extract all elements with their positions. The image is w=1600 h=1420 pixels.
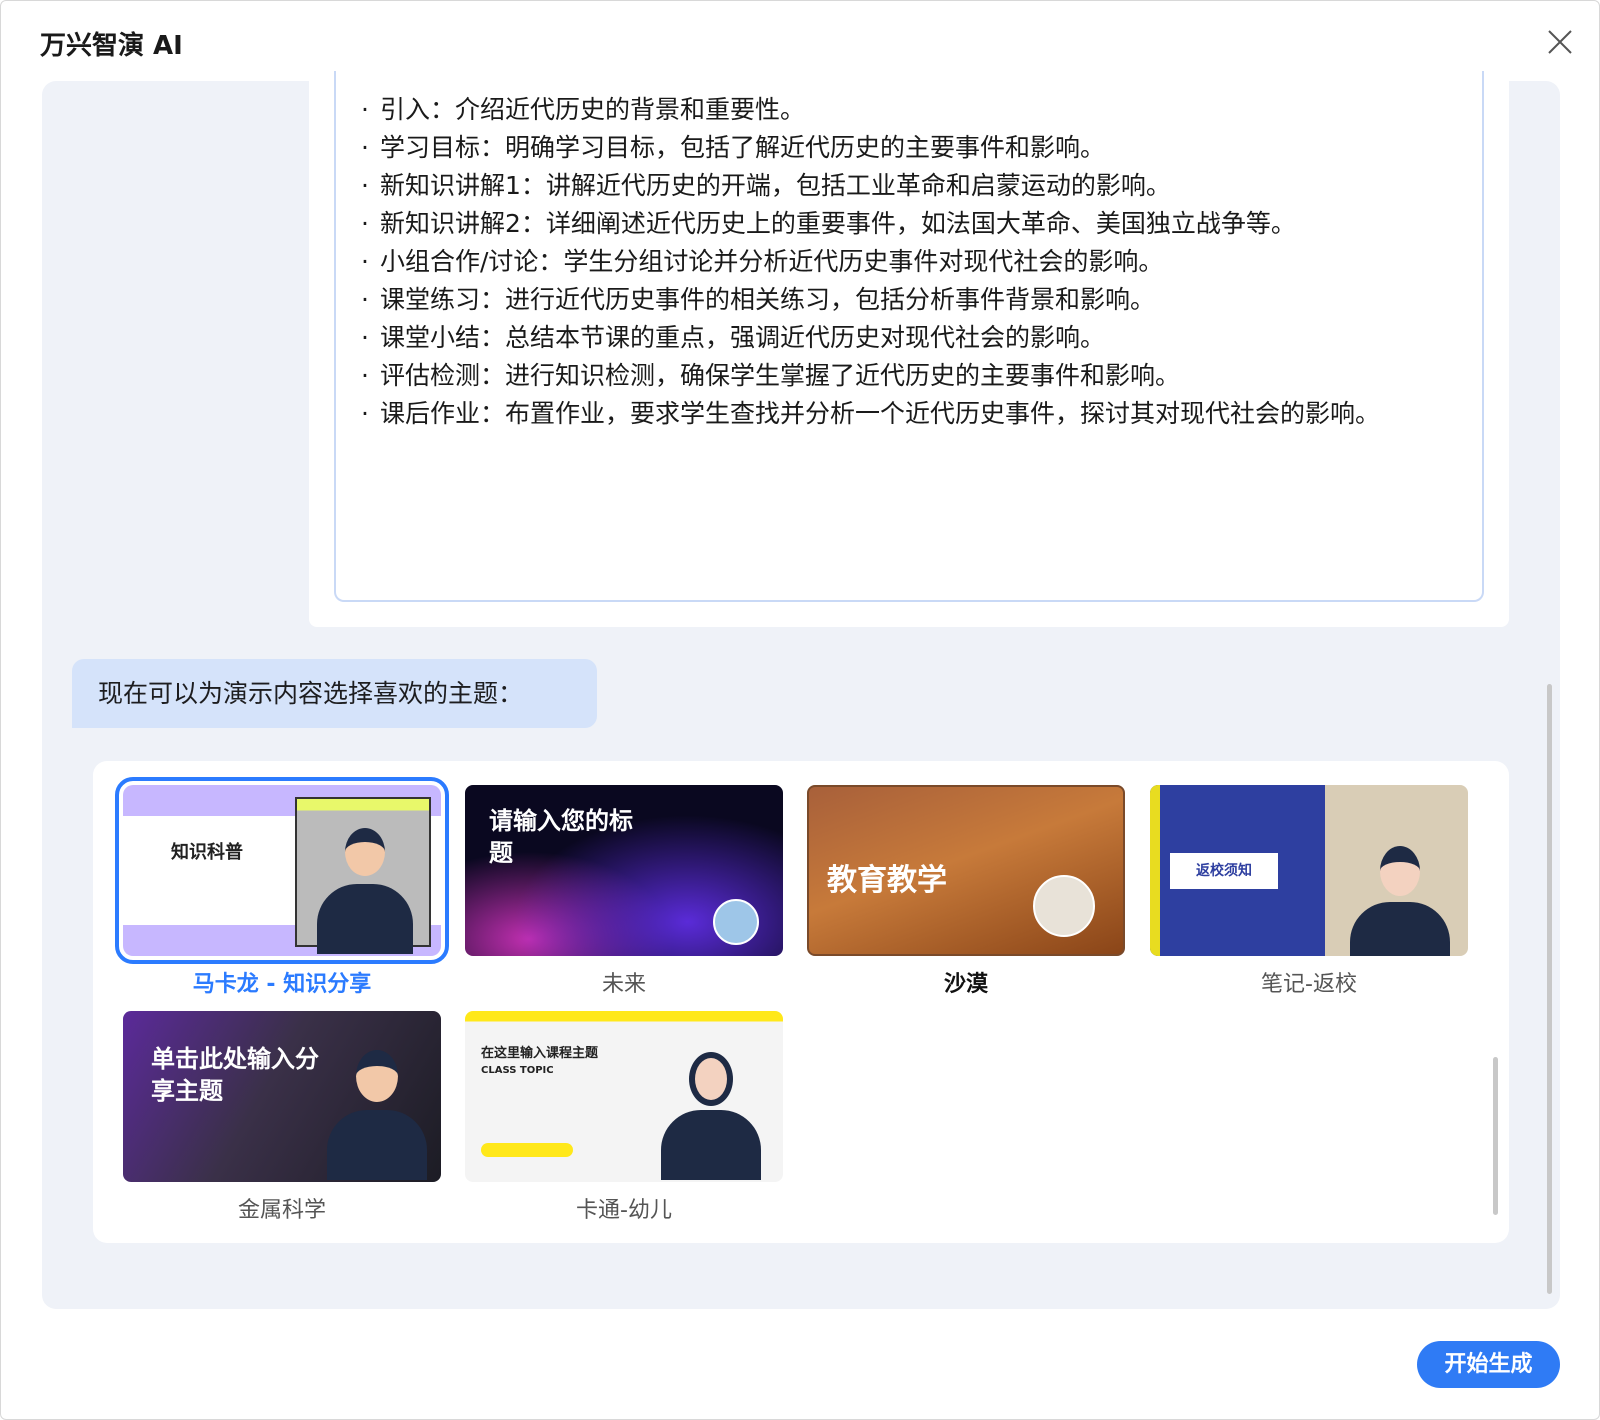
- outline-item-text: 引入：介绍近代历史的背景和重要性。: [380, 95, 806, 124]
- outline-item-text: 新知识讲解1：讲解近代历史的开端，包括工业革命和启蒙运动的影响。: [380, 171, 1171, 200]
- theme-card-macaron[interactable]: 知识科普 马卡龙 - 知识分享: [115, 777, 449, 998]
- outline-item: · 小组合作/讨论：学生分组讨论并分析近代历史事件对现代社会的影响。: [361, 243, 1461, 281]
- theme-thumbnail: 知识科普: [115, 777, 449, 964]
- outline-item: · 课后作业：布置作业，要求学生查找并分析一个近代历史事件，探讨其对现代社会的影响…: [361, 395, 1461, 433]
- outline-item-text: 小组合作/讨论：学生分组讨论并分析近代历史事件对现代社会的影响。: [380, 247, 1164, 276]
- outline-item-text: 课后作业：布置作业，要求学生查找并分析一个近代历史事件，探讨其对现代社会的影响。: [380, 399, 1381, 428]
- close-icon[interactable]: [1545, 27, 1575, 57]
- outline-item-text: 新知识讲解2：详细阐述近代历史上的重要事件，如法国大革命、美国独立战争等。: [380, 209, 1296, 238]
- outline-list: · 引入：介绍近代历史的背景和重要性。 · 学习目标：明确学习目标，包括了解近代历史的…: [361, 91, 1461, 433]
- theme-scrollbar[interactable]: [1493, 1057, 1498, 1215]
- theme-card-notes[interactable]: 返校须知 笔记-返校: [1150, 785, 1468, 998]
- outline-item-text: 课堂小结：总结本节课的重点，强调近代历史对现代社会的影响。: [380, 323, 1106, 352]
- bullet: ·: [361, 171, 369, 200]
- theme-thumbnail: 单击此处输入分享主题: [123, 1011, 441, 1182]
- theme-card-metal[interactable]: 单击此处输入分享主题 金属科学: [123, 1011, 441, 1224]
- theme-label: 沙漠: [943, 972, 988, 997]
- outline-item: · 学习目标：明确学习目标，包括了解近代历史的主要事件和影响。: [361, 129, 1461, 167]
- theme-grid: 知识科普 马卡龙 - 知识分享 请输入您的标题 未来 教育教学 沙漠 返校须知 …: [93, 761, 1509, 1243]
- outline-item-text: 评估检测：进行知识检测，确保学生掌握了近代历史的主要事件和影响。: [380, 361, 1181, 390]
- outline-item: · 评估检测：进行知识检测，确保学生掌握了近代历史的主要事件和影响。: [361, 357, 1461, 395]
- theme-thumbnail: 教育教学: [807, 785, 1125, 956]
- bullet: ·: [361, 133, 369, 162]
- bullet: ·: [361, 285, 369, 314]
- bullet: ·: [361, 95, 369, 124]
- outline-item: · 新知识讲解1：讲解近代历史的开端，包括工业革命和启蒙运动的影响。: [361, 167, 1461, 205]
- outline-item: · 课堂小结：总结本节课的重点，强调近代历史对现代社会的影响。: [361, 319, 1461, 357]
- outline-item: · 课堂练习：进行近代历史事件的相关练习，包括分析事件背景和影响。: [361, 281, 1461, 319]
- bullet: ·: [361, 361, 369, 390]
- outline-item-text: 课堂练习：进行近代历史事件的相关练习，包括分析事件背景和影响。: [380, 285, 1156, 314]
- start-generate-button[interactable]: 开始生成: [1417, 1341, 1560, 1388]
- theme-label: 未来: [601, 972, 646, 997]
- dialog-title: 万兴智演 AI: [40, 31, 183, 61]
- outline-item: · 引入：介绍近代历史的背景和重要性。: [361, 91, 1461, 129]
- theme-card-desert[interactable]: 教育教学 沙漠: [807, 785, 1125, 998]
- theme-thumbnail: 请输入您的标题: [465, 785, 783, 956]
- theme-thumbnail: 返校须知: [1150, 785, 1468, 956]
- theme-card-future[interactable]: 请输入您的标题 未来: [465, 785, 783, 998]
- dialog-window: 万兴智演 AI · 引入：介绍近代历史的背景和重要性。 · 学习目标：明确学习目标，包…: [0, 0, 1600, 1420]
- bullet: ·: [361, 247, 369, 276]
- theme-label: 金属科学: [237, 1198, 326, 1223]
- theme-label: 马卡龙 - 知识分享: [192, 972, 372, 997]
- prompt-bubble: 现在可以为演示内容选择喜欢的主题：: [72, 659, 597, 728]
- outline-item-text: 学习目标：明确学习目标，包括了解近代历史的主要事件和影响。: [380, 133, 1106, 162]
- theme-label: 卡通-幼儿: [576, 1198, 672, 1223]
- outline-item: · 新知识讲解2：详细阐述近代历史上的重要事件，如法国大革命、美国独立战争等。: [361, 205, 1461, 243]
- bullet: ·: [361, 209, 369, 238]
- theme-card-cartoon[interactable]: 在这里输入课程主题 CLASS TOPIC 卡通-幼儿: [465, 1011, 783, 1224]
- theme-thumbnail: 在这里输入课程主题 CLASS TOPIC: [465, 1011, 783, 1182]
- panel-scrollbar[interactable]: [1547, 684, 1552, 1294]
- bullet: ·: [361, 323, 369, 352]
- bullet: ·: [361, 399, 369, 428]
- theme-label: 笔记-返校: [1261, 972, 1357, 997]
